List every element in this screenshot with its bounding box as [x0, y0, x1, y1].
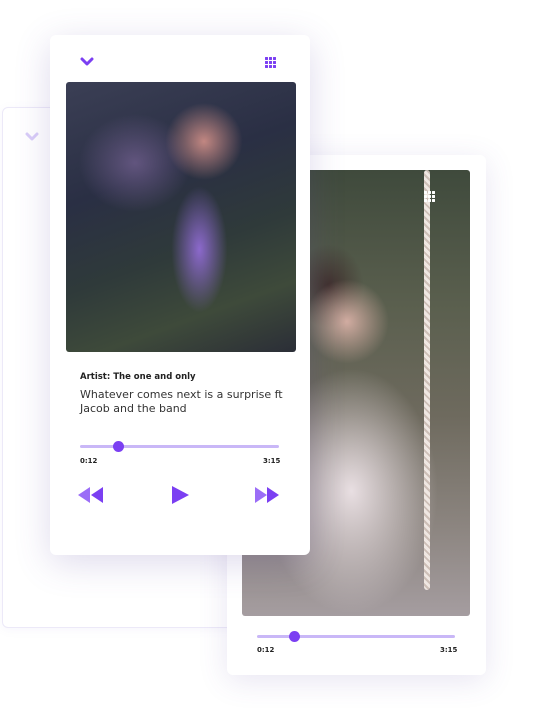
chevron-down-icon[interactable] — [25, 132, 39, 142]
chevron-down-icon[interactable] — [80, 57, 94, 67]
progress-knob[interactable] — [113, 441, 124, 452]
song-title: Whatever comes next is a surprise ft Jac… — [80, 388, 283, 415]
fast-forward-icon[interactable] — [253, 485, 281, 505]
current-time: 0:12 — [80, 457, 98, 465]
artist-label: Artist: The one and only — [80, 372, 196, 382]
grid-icon[interactable] — [265, 57, 278, 68]
total-time: 3:15 — [440, 646, 458, 654]
swing-rope — [424, 170, 430, 590]
rewind-icon[interactable] — [77, 485, 105, 505]
album-art-image — [66, 82, 296, 352]
progress-track[interactable] — [257, 635, 455, 638]
current-time: 0:12 — [257, 646, 275, 654]
grid-icon[interactable] — [424, 191, 437, 202]
progress-knob[interactable] — [289, 631, 300, 642]
progress-track[interactable] — [80, 445, 279, 448]
play-icon[interactable] — [170, 485, 190, 505]
player-card-front: Artist: The one and only Whatever comes … — [50, 35, 310, 555]
total-time: 3:15 — [263, 457, 281, 465]
